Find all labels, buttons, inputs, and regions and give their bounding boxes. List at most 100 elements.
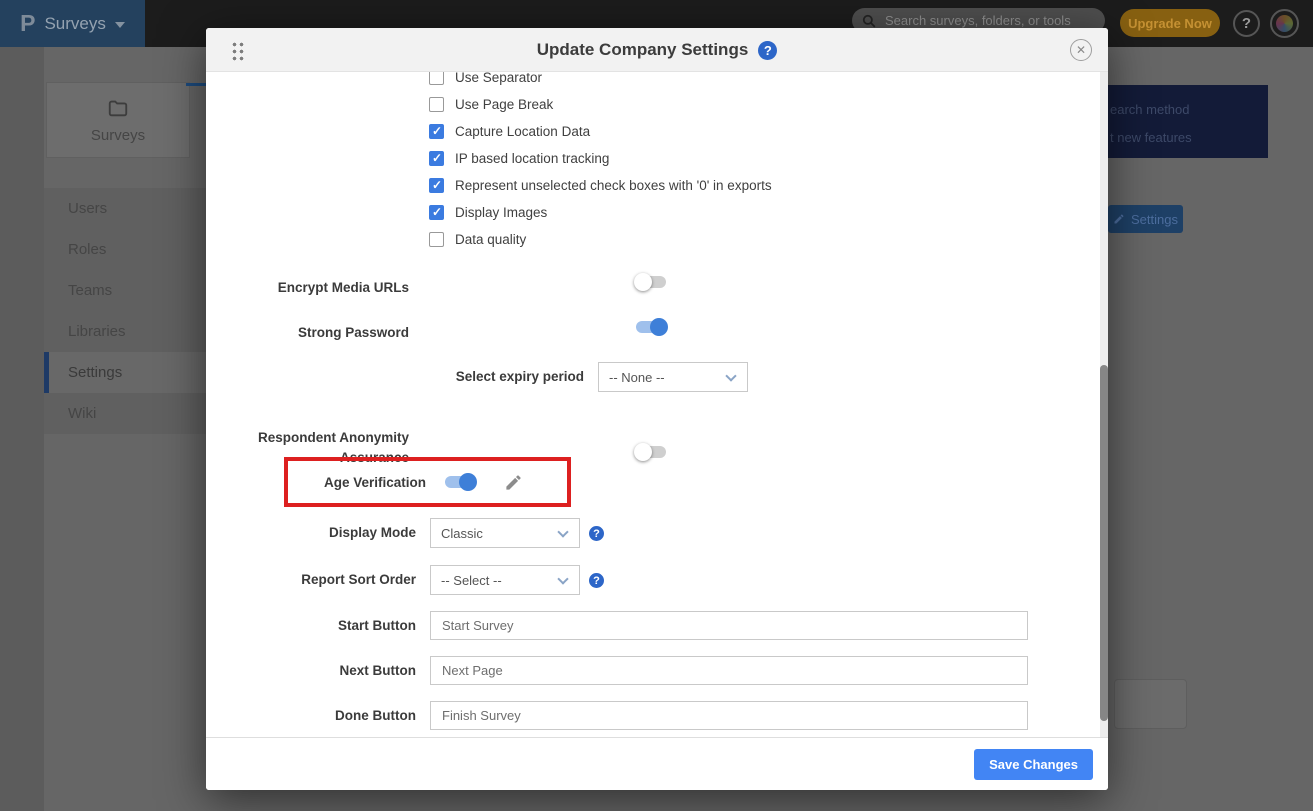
checkbox[interactable] (429, 205, 444, 220)
expiry-period-value: -- None -- (609, 370, 665, 385)
sidebar-item-label: Libraries (68, 323, 126, 340)
checkbox-row[interactable]: Capture Location Data (429, 118, 772, 145)
encrypt-media-urls-toggle[interactable] (634, 272, 668, 292)
checkbox-row[interactable]: Data quality (429, 226, 772, 253)
display-mode-value: Classic (441, 526, 483, 541)
background-card (1114, 679, 1187, 729)
checkbox[interactable] (429, 97, 444, 112)
title-help-icon[interactable]: ? (758, 41, 777, 60)
strong-password-label: Strong Password (206, 323, 409, 343)
next-button-row: Next Button (206, 656, 1108, 685)
sidebar-item-label: Users (68, 200, 107, 217)
tab-surveys[interactable]: Surveys (46, 82, 190, 158)
checkbox-label: Data quality (455, 232, 526, 247)
modal-footer: Save Changes (206, 737, 1108, 790)
checkbox-label: Capture Location Data (455, 124, 590, 139)
encrypt-media-urls-row: Encrypt Media URLs (206, 272, 1108, 292)
promo-banner: earch method t new features (1108, 85, 1268, 158)
question-icon: ? (1242, 15, 1251, 32)
product-switcher[interactable]: P Surveys (0, 0, 145, 47)
age-verification-label: Age Verification (324, 475, 426, 490)
checkbox[interactable] (429, 70, 444, 85)
tab-surveys-label: Surveys (91, 127, 145, 144)
page: P Surveys Upgrade Now ? Surveys earch me… (0, 0, 1313, 811)
checkbox[interactable] (429, 124, 444, 139)
modal-header: Update Company Settings ? ✕ (206, 28, 1108, 72)
checkbox-label: Display Images (455, 205, 547, 220)
chevron-down-icon (115, 22, 125, 28)
checkbox-row[interactable]: IP based location tracking (429, 145, 772, 172)
checkbox-row[interactable]: Use Page Break (429, 91, 772, 118)
report-sort-order-select[interactable]: -- Select -- (430, 565, 580, 595)
chevron-down-icon (557, 573, 568, 584)
strong-password-toggle[interactable] (634, 317, 668, 337)
encrypt-media-urls-label: Encrypt Media URLs (206, 278, 409, 298)
modal-title-wrap: Update Company Settings ? (206, 28, 1108, 72)
display-mode-row: Display Mode Classic ? (206, 518, 1108, 548)
start-button-row: Start Button (206, 611, 1108, 640)
checkbox-row[interactable]: Display Images (429, 199, 772, 226)
close-button[interactable]: ✕ (1070, 39, 1092, 61)
checkbox[interactable] (429, 232, 444, 247)
report-sort-order-label: Report Sort Order (206, 565, 416, 595)
brand-logo: P (20, 10, 35, 37)
banner-line: t new features (1110, 130, 1192, 145)
search-icon (862, 14, 876, 28)
sidebar-item-label: Settings (68, 364, 122, 381)
report-sort-order-help-icon[interactable]: ? (589, 573, 604, 588)
product-label: Surveys (44, 14, 105, 34)
help-button[interactable]: ? (1233, 10, 1260, 37)
search-input[interactable] (883, 12, 1095, 29)
folder-icon (106, 97, 130, 119)
report-sort-order-row: Report Sort Order -- Select -- ? (206, 565, 1108, 595)
settings-button[interactable]: Settings (1108, 205, 1183, 233)
display-mode-select[interactable]: Classic (430, 518, 580, 548)
expiry-period-label: Select expiry period (206, 362, 584, 392)
close-icon: ✕ (1076, 43, 1086, 57)
start-button-label: Start Button (206, 611, 416, 640)
report-sort-order-value: -- Select -- (441, 573, 502, 588)
modal-scrollbar-track[interactable] (1100, 72, 1108, 737)
checkbox-label: IP based location tracking (455, 151, 609, 166)
settings-button-label: Settings (1131, 212, 1178, 227)
respondent-anonymity-toggle[interactable] (634, 442, 668, 462)
next-button-label: Next Button (206, 656, 416, 685)
modal-scrollbar-thumb[interactable] (1100, 365, 1108, 721)
checkbox[interactable] (429, 178, 444, 193)
checkbox-list: Use Separator Use Page Break Capture Loc… (429, 64, 772, 253)
checkbox-label: Represent unselected check boxes with '0… (455, 178, 772, 193)
age-verification-toggle[interactable] (443, 472, 477, 492)
done-button-row: Done Button (206, 701, 1108, 730)
checkbox-label: Use Separator (455, 70, 542, 85)
age-verification-highlight: Age Verification (284, 457, 571, 507)
edit-pencil-icon[interactable] (504, 473, 523, 492)
chevron-down-icon (557, 526, 568, 537)
avatar-icon (1276, 15, 1293, 32)
sidebar-item-label: Roles (68, 241, 106, 258)
next-button-input[interactable] (430, 656, 1028, 685)
banner-line: earch method (1110, 102, 1190, 117)
expiry-period-row: Select expiry period -- None -- (206, 362, 1108, 392)
account-button[interactable] (1270, 9, 1299, 38)
checkbox[interactable] (429, 151, 444, 166)
save-changes-button[interactable]: Save Changes (974, 749, 1093, 780)
done-button-label: Done Button (206, 701, 416, 730)
update-company-settings-modal: Use Separator Use Page Break Capture Loc… (206, 28, 1108, 790)
done-button-input[interactable] (430, 701, 1028, 730)
sidebar-item-label: Teams (68, 282, 112, 299)
display-mode-help-icon[interactable]: ? (589, 526, 604, 541)
drag-handle-icon[interactable] (231, 41, 245, 61)
checkbox-label: Use Page Break (455, 97, 553, 112)
left-rail (0, 47, 44, 811)
display-mode-label: Display Mode (206, 518, 416, 548)
pencil-icon (1113, 213, 1125, 225)
strong-password-row: Strong Password (206, 317, 1108, 337)
upgrade-now-button[interactable]: Upgrade Now (1120, 9, 1220, 37)
sidebar-item-label: Wiki (68, 405, 96, 422)
active-tab-indicator (186, 83, 206, 86)
modal-title: Update Company Settings (537, 40, 749, 60)
checkbox-row[interactable]: Represent unselected check boxes with '0… (429, 172, 772, 199)
expiry-period-select[interactable]: -- None -- (598, 362, 748, 392)
respondent-anonymity-row: Respondent Anonymity Assurance (206, 428, 1108, 448)
start-button-input[interactable] (430, 611, 1028, 640)
